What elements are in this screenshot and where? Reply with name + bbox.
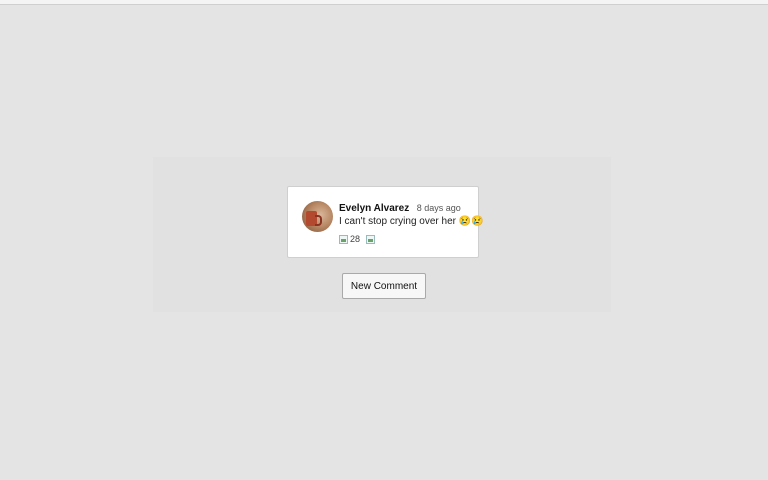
comment-meta: Evelyn Alvarez 8 days ago bbox=[339, 201, 461, 215]
new-comment-button[interactable]: New Comment bbox=[342, 273, 426, 299]
comment-card: Evelyn Alvarez 8 days ago I can't stop c… bbox=[287, 186, 484, 258]
like-icon[interactable] bbox=[339, 234, 348, 244]
avatar[interactable] bbox=[302, 201, 333, 232]
comment-text: I can't stop crying over her 😢😢 bbox=[339, 216, 484, 227]
reply-icon[interactable] bbox=[366, 234, 376, 244]
comment-actions: 28 bbox=[339, 233, 376, 245]
comment-timestamp: 8 days ago bbox=[416, 203, 461, 213]
like-count: 28 bbox=[350, 234, 361, 244]
avatar-cup-handle bbox=[315, 215, 322, 226]
browser-top-edge bbox=[0, 0, 768, 5]
comment-author[interactable]: Evelyn Alvarez bbox=[339, 203, 409, 214]
